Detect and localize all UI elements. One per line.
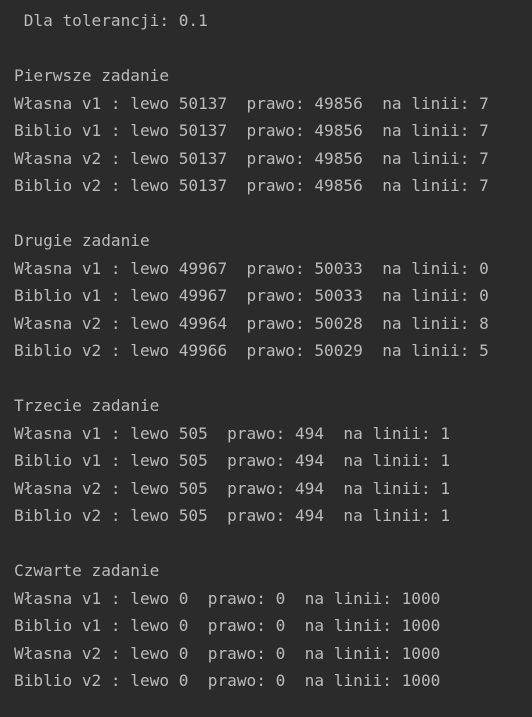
section-title: Drugie zadanie (14, 231, 150, 250)
result-row: Własna v2 : lewo 50137 prawo: 49856 na l… (14, 148, 489, 168)
result-row: Własna v2 : lewo 0 prawo: 0 na linii: 10… (14, 643, 441, 663)
result-row: Biblio v1 : lewo 0 prawo: 0 na linii: 10… (14, 616, 441, 635)
result-row: Własna v2 : lewo 49964 prawo: 50028 na l… (14, 313, 489, 333)
section-first-task: Pierwsze zadanie Własna v1 : lewo 50137 … (0, 62, 532, 200)
result-row: Własna v1 : lewo 49967 prawo: 50033 na l… (14, 258, 489, 278)
result-row: Biblio v1 : lewo 505 prawo: 494 na linii… (14, 451, 451, 470)
section-title: Czwarte zadanie (14, 561, 160, 580)
section-title: Trzecie zadanie (14, 396, 160, 415)
result-row: Własna v1 : lewo 0 prawo: 0 na linii: 10… (14, 588, 441, 608)
tolerance-header: Dla tolerancji: 0.1 (14, 11, 208, 30)
section-third-task: Trzecie zadanie Własna v1 : lewo 505 pra… (0, 392, 532, 530)
result-row: Własna v2 : lewo 505 prawo: 494 na linii… (14, 478, 451, 498)
result-row: Biblio v2 : lewo 49966 prawo: 50029 na l… (14, 341, 489, 360)
result-row: Biblio v2 : lewo 50137 prawo: 49856 na l… (14, 176, 489, 195)
result-row: Własna v1 : lewo 50137 prawo: 49856 na l… (14, 93, 489, 113)
console-output[interactable]: Dla tolerancji: 0.1 Pierwsze zadanie Wła… (0, 0, 532, 717)
result-row: Biblio v2 : lewo 505 prawo: 494 na linii… (14, 506, 451, 525)
section-fourth-task: Czwarte zadanie Własna v1 : lewo 0 prawo… (0, 557, 532, 695)
result-row: Własna v1 : lewo 505 prawo: 494 na linii… (14, 423, 451, 443)
result-row: Biblio v1 : lewo 50137 prawo: 49856 na l… (14, 121, 489, 140)
result-row: Biblio v2 : lewo 0 prawo: 0 na linii: 10… (14, 671, 441, 690)
result-row: Biblio v1 : lewo 49967 prawo: 50033 na l… (14, 286, 489, 305)
section-title: Pierwsze zadanie (14, 66, 170, 85)
section-second-task: Drugie zadanie Własna v1 : lewo 49967 pr… (0, 227, 532, 365)
